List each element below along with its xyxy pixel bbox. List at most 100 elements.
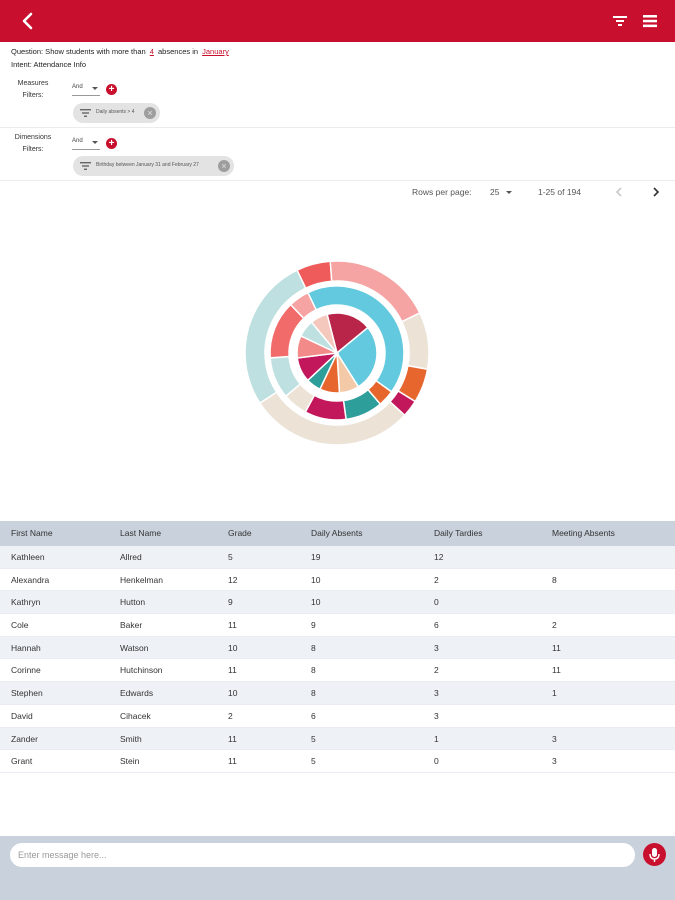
question-middle: absences in bbox=[158, 47, 199, 56]
chevron-down-icon bbox=[92, 87, 98, 90]
table-cell: 8 bbox=[311, 665, 316, 676]
table-row[interactable]: Cole Baker 11 9 6 2 bbox=[0, 614, 675, 637]
divider bbox=[0, 127, 675, 128]
table-cell: 10 bbox=[228, 688, 238, 699]
table-cell: 11 bbox=[228, 756, 237, 767]
table-cell: Hutchinson bbox=[120, 665, 163, 676]
table-cell: Smith bbox=[120, 733, 142, 744]
table-cell: Kathryn bbox=[11, 597, 41, 608]
table-cell: 2 bbox=[228, 710, 233, 721]
outer-ring-slice[interactable] bbox=[400, 311, 430, 371]
table-cell: Stein bbox=[120, 756, 140, 767]
table-cell: 5 bbox=[311, 733, 316, 744]
table-cell: Watson bbox=[120, 642, 149, 653]
question-prefix: Question: Show students with more than bbox=[11, 47, 146, 56]
microphone-icon[interactable] bbox=[643, 843, 666, 866]
table-cell: 8 bbox=[311, 642, 316, 653]
table-cell: Edwards bbox=[120, 688, 154, 699]
table-row[interactable]: Zander Smith 11 5 1 3 bbox=[0, 727, 675, 751]
table-cell: Hutton bbox=[120, 597, 146, 608]
table-cell: 10 bbox=[311, 574, 321, 585]
column-header[interactable]: Last Name bbox=[120, 521, 161, 546]
intent-text: Intent: Attendance Info bbox=[11, 60, 87, 69]
rows-per-page-select[interactable]: 25 bbox=[488, 184, 514, 200]
table-cell: Alexandra bbox=[11, 574, 50, 585]
dimensions-filter-chip[interactable]: Birthday between January 31 and February… bbox=[73, 156, 234, 176]
table-cell: 3 bbox=[434, 688, 439, 699]
message-input[interactable] bbox=[10, 843, 635, 867]
column-header[interactable]: First Name bbox=[11, 521, 53, 546]
table-cell: Cole bbox=[11, 620, 29, 631]
close-icon[interactable]: × bbox=[218, 160, 230, 172]
filter-icon bbox=[80, 109, 91, 117]
table-cell: 3 bbox=[552, 756, 557, 767]
table-cell: 10 bbox=[311, 597, 321, 608]
table-cell: 11 bbox=[228, 620, 237, 631]
table-cell: 1 bbox=[552, 688, 557, 699]
add-measure-filter-button[interactable]: + bbox=[106, 84, 117, 95]
table-row[interactable]: Kathryn Hutton 9 10 0 bbox=[0, 591, 675, 615]
measures-operator-select[interactable]: And bbox=[72, 84, 100, 96]
dimensions-chip-label: Birthday between January 31 and February… bbox=[96, 162, 199, 168]
data-table: First Name Last Name Grade Daily Absents Dai… bbox=[0, 521, 675, 773]
measures-filter-chip[interactable]: Daily absents > 4 × bbox=[73, 103, 160, 123]
table-cell: 8 bbox=[552, 574, 557, 585]
sunburst-chart bbox=[244, 260, 430, 446]
column-header[interactable]: Daily Tardies bbox=[434, 521, 483, 546]
table-cell: 3 bbox=[552, 733, 557, 744]
question-count-token[interactable]: 4 bbox=[148, 47, 156, 56]
table-body: Kathleen Allred 5 19 12 Alexandra Henkelman 12 1… bbox=[0, 546, 675, 773]
measures-operator-value: And bbox=[72, 84, 83, 90]
table-row[interactable]: Kathleen Allred 5 19 12 bbox=[0, 546, 675, 569]
table-cell: 9 bbox=[228, 597, 233, 608]
divider bbox=[0, 180, 675, 181]
table-cell: 11 bbox=[552, 665, 561, 676]
close-icon[interactable]: × bbox=[144, 107, 156, 119]
measures-chip-label: Daily absents > 4 bbox=[96, 109, 135, 115]
table-cell: 5 bbox=[228, 552, 233, 562]
table-cell: 5 bbox=[311, 756, 316, 767]
app-bar bbox=[0, 0, 675, 42]
table-cell: 12 bbox=[228, 574, 238, 585]
question-text: Question: Show students with more than 4… bbox=[11, 47, 231, 56]
menu-icon[interactable] bbox=[640, 11, 660, 31]
table-cell: 6 bbox=[434, 620, 439, 631]
chevron-down-icon bbox=[506, 191, 512, 194]
table-cell: Stephen bbox=[11, 688, 43, 699]
dimensions-filters-label: Dimensions Filters: bbox=[14, 134, 52, 153]
table-row[interactable]: David Cihacek 2 6 3 bbox=[0, 705, 675, 728]
column-header[interactable]: Grade bbox=[228, 521, 252, 546]
filter-icon[interactable] bbox=[610, 11, 630, 31]
table-cell: Cihacek bbox=[120, 710, 151, 721]
dimensions-operator-value: And bbox=[72, 138, 83, 144]
table-row[interactable]: Grant Stein 11 5 0 3 bbox=[0, 750, 675, 773]
table-cell: David bbox=[11, 710, 33, 721]
table-cell: Kathleen bbox=[11, 552, 45, 562]
table-cell: 11 bbox=[552, 642, 561, 653]
table-cell: Henkelman bbox=[120, 574, 163, 585]
table-cell: Allred bbox=[120, 552, 142, 562]
table-cell: 2 bbox=[434, 574, 439, 585]
table-row[interactable]: Hannah Watson 10 8 3 11 bbox=[0, 636, 675, 660]
column-header[interactable]: Meeting Absents bbox=[552, 521, 615, 546]
table-cell: 19 bbox=[311, 552, 321, 562]
table-cell: 6 bbox=[311, 710, 316, 721]
table-cell: 11 bbox=[228, 733, 237, 744]
table-cell: Corinne bbox=[11, 665, 41, 676]
column-header[interactable]: Daily Absents bbox=[311, 521, 363, 546]
chevron-right-icon[interactable] bbox=[649, 184, 663, 200]
table-row[interactable]: Stephen Edwards 10 8 3 1 bbox=[0, 682, 675, 705]
table-header: First Name Last Name Grade Daily Absents Dai… bbox=[0, 521, 675, 546]
dimensions-operator-select[interactable]: And bbox=[72, 138, 100, 150]
arrow-left-icon[interactable] bbox=[16, 9, 40, 33]
question-month-token[interactable]: January bbox=[200, 47, 231, 56]
table-cell: Zander bbox=[11, 733, 38, 744]
table-row[interactable]: Corinne Hutchinson 11 8 2 11 bbox=[0, 659, 675, 683]
table-cell: 10 bbox=[228, 642, 238, 653]
table-row[interactable]: Alexandra Henkelman 12 10 2 8 bbox=[0, 569, 675, 592]
chevron-left-icon[interactable] bbox=[612, 184, 626, 200]
table-cell: Baker bbox=[120, 620, 143, 631]
table-cell: 0 bbox=[434, 597, 439, 608]
table-cell: 8 bbox=[311, 688, 316, 699]
add-dimension-filter-button[interactable]: + bbox=[106, 138, 117, 149]
